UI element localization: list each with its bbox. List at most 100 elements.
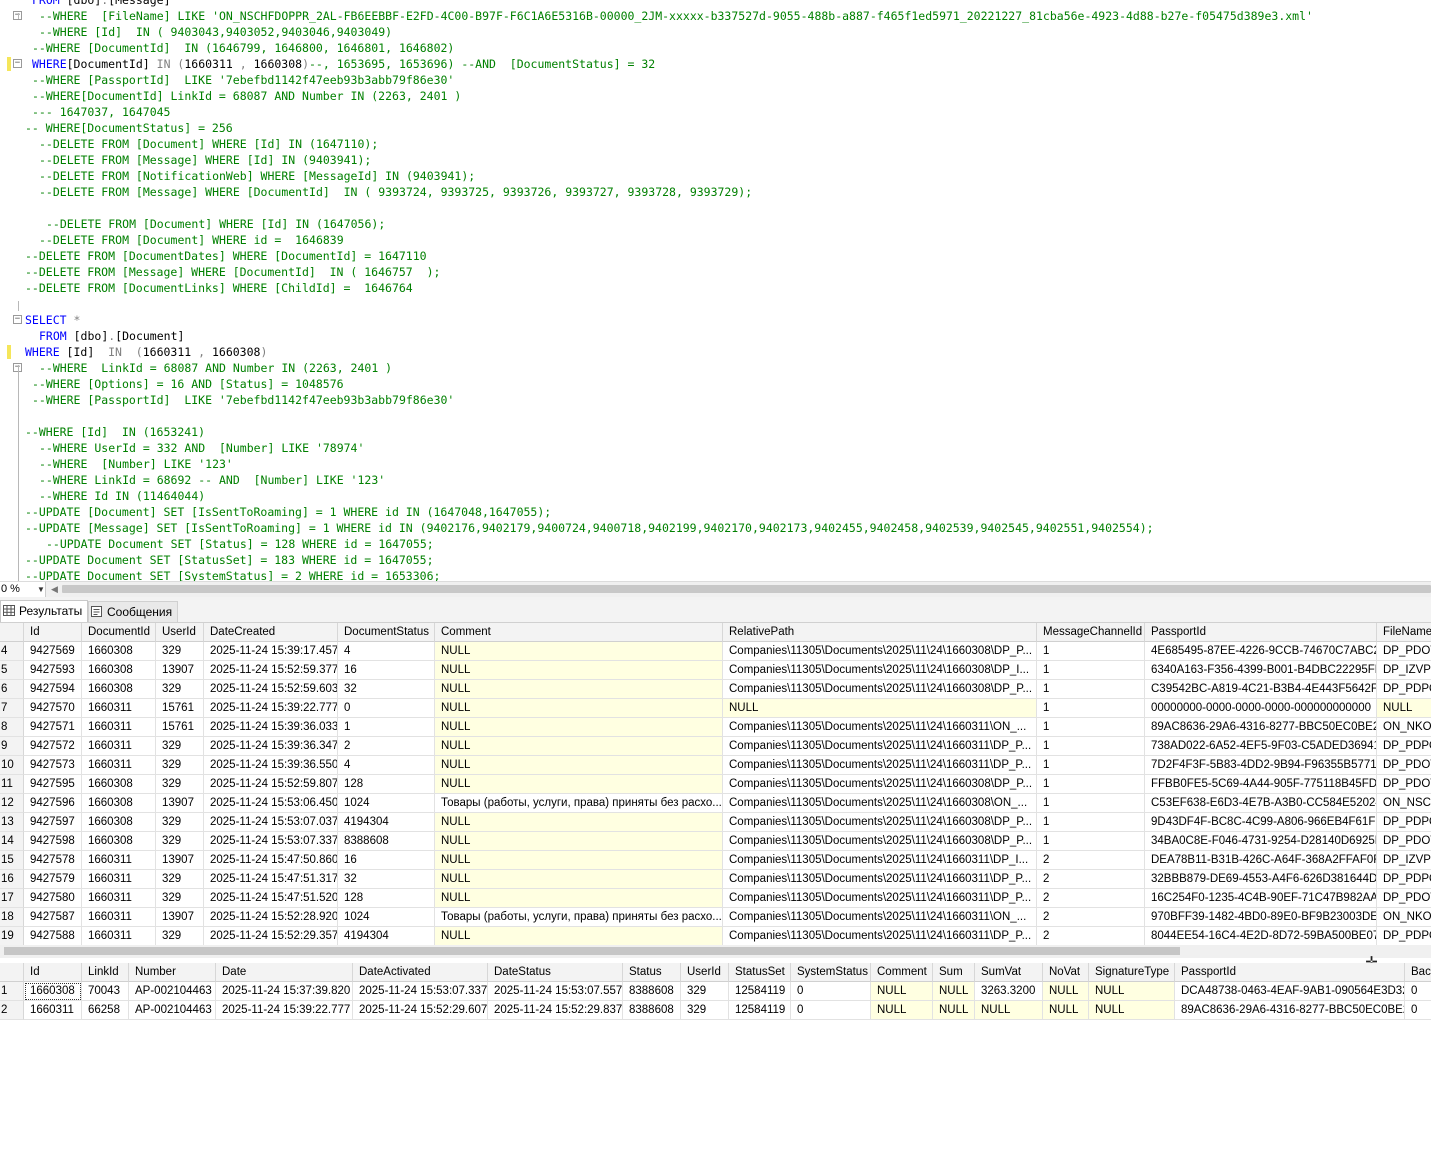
grid-cell[interactable]: 1660311 <box>24 1001 82 1020</box>
grid-cell[interactable]: 2 <box>1037 927 1145 945</box>
grid-cell[interactable]: 89AC8636-29A6-4316-8277-BBC50EC0BE26 <box>1175 1001 1405 1020</box>
code-line[interactable]: FROM [dbo].[Message] <box>32 0 171 8</box>
grid-cell[interactable]: NULL <box>435 870 723 889</box>
grid-cell[interactable]: 1 <box>1037 661 1145 680</box>
grid-cell[interactable]: C39542BC-A819-4C21-B3B4-4E443F5642FC <box>1145 680 1377 699</box>
grid-cell[interactable]: 2025-11-24 15:52:28.920 <box>204 908 338 927</box>
code-line[interactable]: --WHERE [PassportId] LIKE '7ebefbd1142f4… <box>32 392 454 408</box>
column-header[interactable]: SystemStatus <box>791 963 871 982</box>
row-number[interactable]: 15 <box>0 851 24 870</box>
code-line[interactable]: --WHERE Id IN (11464044) <box>39 488 205 504</box>
grid-cell[interactable]: 9427571 <box>24 718 82 737</box>
table-row[interactable]: 5 9427593 1660308 13907 2025-11-24 15:52:59.… <box>0 661 1431 680</box>
grid-cell[interactable]: 128 <box>338 889 435 908</box>
grid-cell[interactable]: 329 <box>156 642 204 661</box>
grid-cell[interactable]: 329 <box>156 756 204 775</box>
code-line[interactable]: --UPDATE Document SET [StatusSet] = 183 … <box>25 552 434 568</box>
code-line[interactable]: --WHERE [FileName] LIKE 'ON_NSCHFDOPPR_2… <box>39 8 1313 24</box>
column-header[interactable]: FileName <box>1377 623 1431 642</box>
grid-cell[interactable]: Companies\11305\Documents\2025\11\24\166… <box>723 661 1037 680</box>
grid-cell[interactable]: 16 <box>338 851 435 870</box>
table-row[interactable]: 8 9427571 1660311 15761 2025-11-24 15:39:36.… <box>0 718 1431 737</box>
column-header[interactable]: Id <box>24 963 82 982</box>
row-number[interactable]: 8 <box>0 718 24 737</box>
grid-cell[interactable]: C53EF638-E6D3-4E7B-A3B0-CC584E520249 <box>1145 794 1377 813</box>
grid-cell[interactable]: DP_PDPO <box>1377 680 1431 699</box>
grid-cell[interactable]: 1660308 <box>82 832 156 851</box>
grid-cell[interactable]: 89AC8636-29A6-4316-8277-BBC50EC0BE26 <box>1145 718 1377 737</box>
column-header[interactable] <box>0 963 24 982</box>
row-number[interactable]: 4 <box>0 642 24 661</box>
column-header[interactable]: SumVat <box>975 963 1043 982</box>
grid-cell[interactable]: DP_PDPO <box>1377 870 1431 889</box>
grid-cell[interactable]: DP_IZVP <box>1377 661 1431 680</box>
grid-cell[interactable]: NULL <box>435 756 723 775</box>
grid-cell[interactable]: 1660311 <box>82 718 156 737</box>
sql-editor[interactable]: FROM [dbo].[Message] --WHERE [FileName] L… <box>0 0 1431 581</box>
grid-cell[interactable]: 9427587 <box>24 908 82 927</box>
code-line[interactable]: --WHERE [Id] IN (1653241) <box>25 424 205 440</box>
grid-cell[interactable]: Companies\11305\Documents\2025\11\24\166… <box>723 756 1037 775</box>
chevron-down-icon[interactable]: ▼ <box>37 582 45 597</box>
grid-cell[interactable]: NULL <box>435 699 723 718</box>
collapse-region-icon[interactable]: − <box>13 59 22 68</box>
grid-cell[interactable]: 329 <box>156 870 204 889</box>
grid-cell[interactable]: 9427578 <box>24 851 82 870</box>
grid-cell[interactable]: DP_PDPO <box>1377 927 1431 945</box>
code-line[interactable]: --UPDATE Document SET [SystemStatus] = 2… <box>25 568 440 581</box>
grid-cell[interactable]: NULL <box>435 642 723 661</box>
grid-cell[interactable]: NULL <box>1043 1001 1089 1020</box>
grid-cell[interactable]: 1660308 <box>82 775 156 794</box>
row-number[interactable]: 1 <box>0 982 24 1001</box>
grid-cell[interactable]: 329 <box>156 889 204 908</box>
grid-cell[interactable]: 738AD022-6A52-4EF5-9F03-C5ADED369416 <box>1145 737 1377 756</box>
results-grid-messages[interactable]: Id DocumentId UserId DateCreated DocumentSta… <box>0 623 1431 945</box>
column-header[interactable]: RelativePath <box>723 623 1037 642</box>
results-grid-documents[interactable]: Id LinkId Number Date DateActivated DateStatu… <box>0 963 1431 1023</box>
table-row[interactable]: 10 9427573 1660311 329 2025-11-24 15:39:36.5… <box>0 756 1431 775</box>
grid-cell[interactable]: NULL <box>435 813 723 832</box>
grid-cell[interactable]: DCA48738-0463-4EAF-9AB1-090564E3D32B <box>1175 982 1405 1001</box>
grid-cell[interactable]: 2 <box>338 737 435 756</box>
row-number[interactable]: 2 <box>0 1001 24 1020</box>
grid-cell[interactable]: 329 <box>681 982 729 1001</box>
row-number[interactable]: 9 <box>0 737 24 756</box>
column-header[interactable]: NoVat <box>1043 963 1089 982</box>
grid-cell[interactable]: ON_NKO <box>1377 908 1431 927</box>
grid-cell[interactable]: 1024 <box>338 908 435 927</box>
grid-cell[interactable]: 2025-11-24 15:53:07.557 <box>488 982 623 1001</box>
grid-cell[interactable]: Companies\11305\Documents\2025\11\24\166… <box>723 737 1037 756</box>
grid-cell[interactable]: 2025-11-24 15:39:22.777 <box>204 699 338 718</box>
grid-cell[interactable]: 1660308 <box>24 982 82 1001</box>
grid-cell[interactable]: NULL <box>435 661 723 680</box>
grid-cell[interactable]: 1660311 <box>82 870 156 889</box>
grid-cell[interactable]: NULL <box>1043 982 1089 1001</box>
column-header[interactable]: DocumentId <box>82 623 156 642</box>
column-header[interactable]: Bac <box>1405 963 1431 982</box>
column-header[interactable]: Comment <box>871 963 933 982</box>
grid-cell[interactable]: 70043 <box>82 982 129 1001</box>
grid-cell[interactable]: ON_NSCH <box>1377 794 1431 813</box>
row-number[interactable]: 11 <box>0 775 24 794</box>
table-row[interactable]: 12 9427596 1660308 13907 2025-11-24 15:53:06… <box>0 794 1431 813</box>
grid-cell[interactable]: 32BBB879-DE69-4553-A4F6-626D381644D1 <box>1145 870 1377 889</box>
grid-cell[interactable]: 329 <box>156 927 204 945</box>
grid-cell[interactable]: 2 <box>1037 851 1145 870</box>
grid-cell[interactable]: 1660308 <box>82 680 156 699</box>
grid-cell[interactable]: 329 <box>156 775 204 794</box>
grid-cell[interactable]: Companies\11305\Documents\2025\11\24\166… <box>723 813 1037 832</box>
grid-cell[interactable]: 2025-11-24 15:39:36.550 <box>204 756 338 775</box>
code-line[interactable]: --DELETE FROM [Document] WHERE [Id] IN (… <box>39 136 378 152</box>
table-row[interactable]: 16 9427579 1660311 329 2025-11-24 15:47:51.3… <box>0 870 1431 889</box>
grid-cell[interactable]: 9427572 <box>24 737 82 756</box>
grid-cell[interactable]: DP_PDPO <box>1377 737 1431 756</box>
grid-cell[interactable]: 13907 <box>156 661 204 680</box>
grid-cell[interactable]: 1660311 <box>82 699 156 718</box>
grid-cell[interactable]: NULL <box>435 680 723 699</box>
grid-cell[interactable]: 329 <box>156 813 204 832</box>
column-header[interactable]: LinkId <box>82 963 129 982</box>
table-row[interactable]: 18 9427587 1660311 13907 2025-11-24 15:52:28… <box>0 908 1431 927</box>
grid-cell[interactable]: 2025-11-24 15:47:51.520 <box>204 889 338 908</box>
grid-cell[interactable]: NULL <box>933 1001 975 1020</box>
code-line[interactable]: -- WHERE[DocumentStatus] = 256 <box>25 120 233 136</box>
